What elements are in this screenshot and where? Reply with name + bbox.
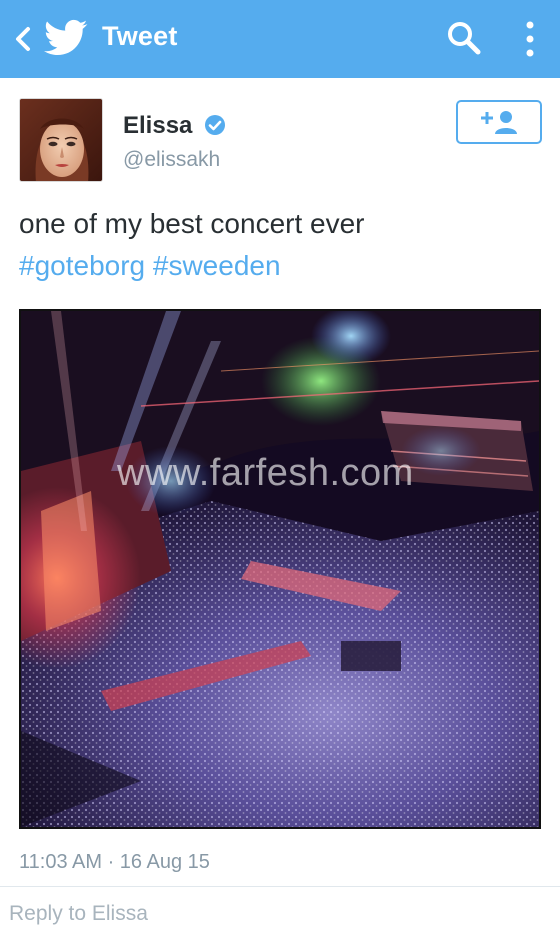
author-name[interactable]: Elissa [123, 112, 192, 140]
avatar[interactable] [19, 98, 103, 182]
follow-button[interactable] [456, 100, 542, 144]
reply-bar [0, 887, 560, 936]
hashtag-link[interactable]: #sweeden [153, 250, 281, 281]
app-bar: Tweet [0, 0, 560, 78]
hashtags: #goteborg #sweeden [19, 247, 281, 285]
verified-badge-icon [204, 114, 226, 136]
twitter-bird-icon [44, 19, 88, 57]
tweet-text: one of my best concert ever [19, 208, 365, 239]
tweet-timestamp: 11:03 AM · 16 Aug 15 [19, 851, 210, 873]
follow-user-icon [481, 111, 517, 134]
author-handle[interactable]: @elissakh [123, 148, 220, 172]
overflow-menu-button[interactable] [518, 16, 542, 62]
chevron-left-icon [16, 27, 30, 51]
search-icon [448, 22, 481, 55]
more-vertical-icon [526, 21, 534, 57]
search-button[interactable] [444, 18, 484, 58]
tweet-media-image[interactable] [19, 309, 541, 829]
back-button[interactable] [10, 22, 36, 56]
reply-input[interactable] [9, 899, 509, 929]
hashtag-link[interactable]: #goteborg [19, 250, 145, 281]
watermark-text: www.farfesh.com [117, 452, 414, 494]
page-title: Tweet [102, 21, 178, 51]
